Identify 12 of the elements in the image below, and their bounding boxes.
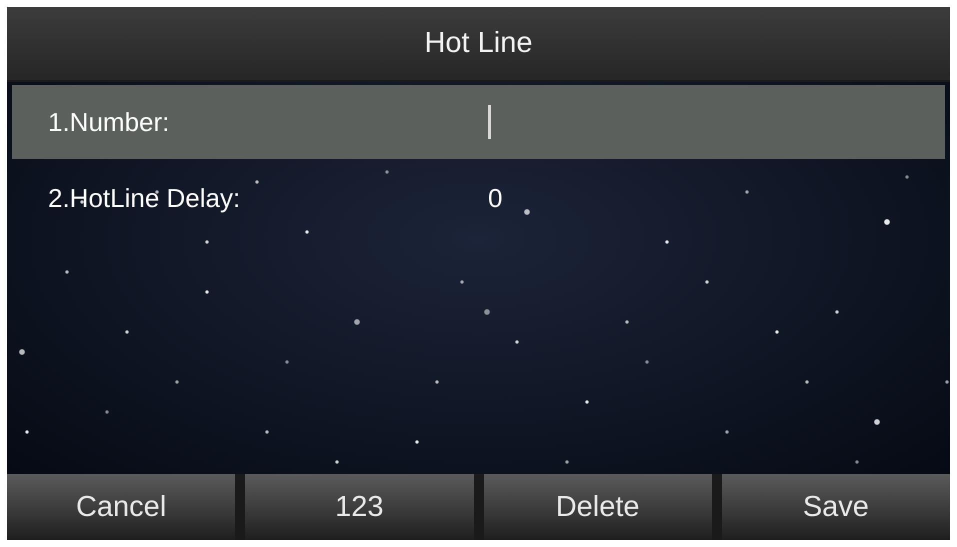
input-field[interactable]: 0 bbox=[488, 178, 945, 218]
field-label: 2.HotLine Delay: bbox=[48, 182, 242, 214]
softkey-button[interactable]: Cancel bbox=[7, 474, 236, 540]
softkey-button[interactable]: 123 bbox=[245, 474, 474, 540]
settings-row[interactable]: 2.HotLine Delay: 0 bbox=[12, 161, 945, 235]
softkey-button[interactable]: Delete bbox=[484, 474, 712, 540]
text-cursor bbox=[488, 105, 491, 139]
field-label: 1.Number: bbox=[48, 106, 170, 138]
settings-row[interactable]: 1.Number: bbox=[12, 85, 945, 159]
field-value: 0 bbox=[488, 182, 502, 214]
softkey-button[interactable]: Save bbox=[722, 474, 950, 540]
screen-title: Hot Line bbox=[424, 27, 532, 60]
